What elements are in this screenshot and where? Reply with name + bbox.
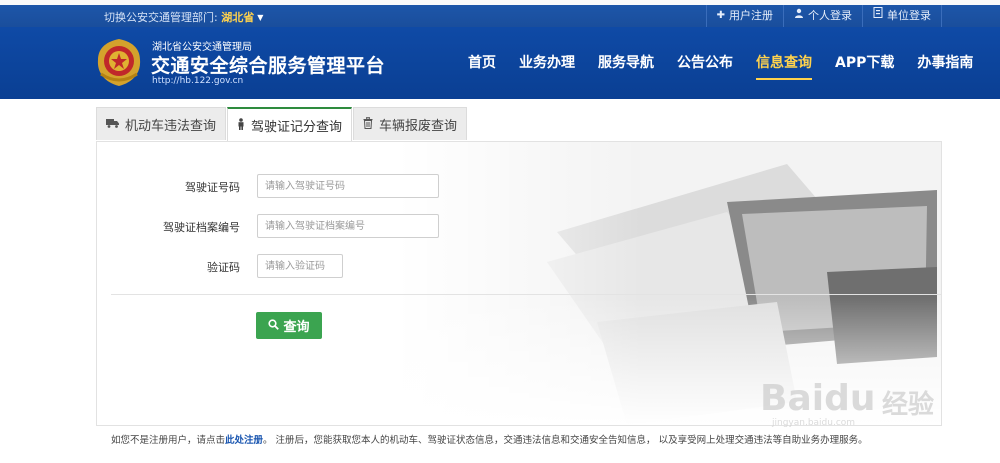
unit-login-label: 单位登录 [887, 9, 931, 22]
registration-note: 如您不是注册用户，请点击此处注册。 注册后，您能获取您本人的机动车、驾驶证状态信… [111, 432, 868, 446]
query-button[interactable]: 查询 [256, 312, 322, 339]
note-suffix: 。 注册后，您能获取您本人的机动车、驾驶证状态信息，交通违法信息和交通安全告知信… [263, 435, 868, 446]
query-button-label: 查询 [283, 320, 310, 335]
account-links: ✚ 用户注册 个人登录 单位登录 [705, 5, 942, 27]
nav-home[interactable]: 首页 [458, 27, 506, 99]
tab-label: 机动车违法查询 [125, 118, 217, 134]
user-icon [794, 5, 804, 27]
tab-label: 车辆报废查询 [379, 118, 458, 134]
personal-login-link[interactable]: 个人登录 [783, 5, 862, 27]
nav-service-guide[interactable]: 服务导航 [588, 27, 664, 99]
tab-vehicle-violation[interactable]: 机动车违法查询 [96, 107, 227, 140]
captcha-row: 验证码 [97, 254, 497, 280]
switcher-label: 切换公安交通管理部门: [104, 11, 218, 24]
nav-announcements[interactable]: 公告公布 [667, 27, 743, 99]
nav-app-download[interactable]: APP下载 [825, 27, 904, 99]
license-number-label: 驾驶证号码 [185, 181, 240, 194]
register-label: 用户注册 [729, 9, 773, 22]
police-emblem-logo[interactable] [94, 36, 144, 88]
trash-icon [363, 116, 373, 132]
watermark-brand: Baidu [760, 378, 876, 419]
main-nav: 首页 业务办理 服务导航 公告公布 信息查询 APP下载 办事指南 [458, 27, 986, 99]
tab-license-points[interactable]: 驾驶证记分查询 [227, 107, 353, 142]
utility-bar: 切换公安交通管理部门: 湖北省 ▼ ✚ 用户注册 个人登录 单位登录 [0, 5, 1000, 27]
file-number-label: 驾驶证档案编号 [163, 221, 240, 234]
personal-login-label: 个人登录 [808, 9, 852, 22]
query-tabs: 机动车违法查询 驾驶证记分查询 车辆报废查询 [96, 107, 468, 142]
tab-label: 驾驶证记分查询 [251, 120, 343, 135]
nav-business[interactable]: 业务办理 [509, 27, 585, 99]
truck-icon [106, 117, 119, 131]
site-title[interactable]: 交通安全综合服务管理平台 [151, 51, 385, 78]
register-link[interactable]: ✚ 用户注册 [705, 5, 783, 27]
file-number-input[interactable] [257, 214, 439, 238]
caret-down-icon: ▼ [257, 13, 264, 22]
person-icon [237, 118, 245, 133]
captcha-input[interactable] [257, 254, 343, 278]
watermark-cn: 经验 [882, 390, 935, 420]
search-icon [268, 318, 280, 333]
nav-info-query[interactable]: 信息查询 [746, 27, 822, 99]
watermark-url: jingyan.baidu.com [772, 418, 856, 428]
nav-guide[interactable]: 办事指南 [907, 27, 983, 99]
unit-login-link[interactable]: 单位登录 [862, 5, 942, 27]
plus-icon: ✚ [716, 10, 725, 21]
captcha-label: 验证码 [207, 261, 240, 274]
register-here-link[interactable]: 此处注册 [225, 435, 263, 446]
site-url: http://hb.122.gov.cn [152, 76, 244, 86]
license-number-row: 驾驶证号码 [97, 174, 497, 200]
file-number-row: 驾驶证档案编号 [97, 214, 497, 240]
tab-vehicle-scrap[interactable]: 车辆报废查询 [353, 107, 468, 140]
baidu-jingyan-watermark: Baidu 经验 jingyan.baidu.com [760, 378, 960, 430]
note-prefix: 如您不是注册用户，请点击 [111, 435, 226, 446]
site-header: 湖北省公安交通管理局 交通安全综合服务管理平台 http://hb.122.go… [0, 27, 1000, 99]
license-number-input[interactable] [257, 174, 439, 198]
form-divider [111, 294, 941, 295]
building-icon [873, 5, 883, 27]
department-switcher[interactable]: 切换公安交通管理部门: 湖北省 ▼ [104, 9, 263, 25]
province-name: 湖北省 [221, 11, 255, 24]
